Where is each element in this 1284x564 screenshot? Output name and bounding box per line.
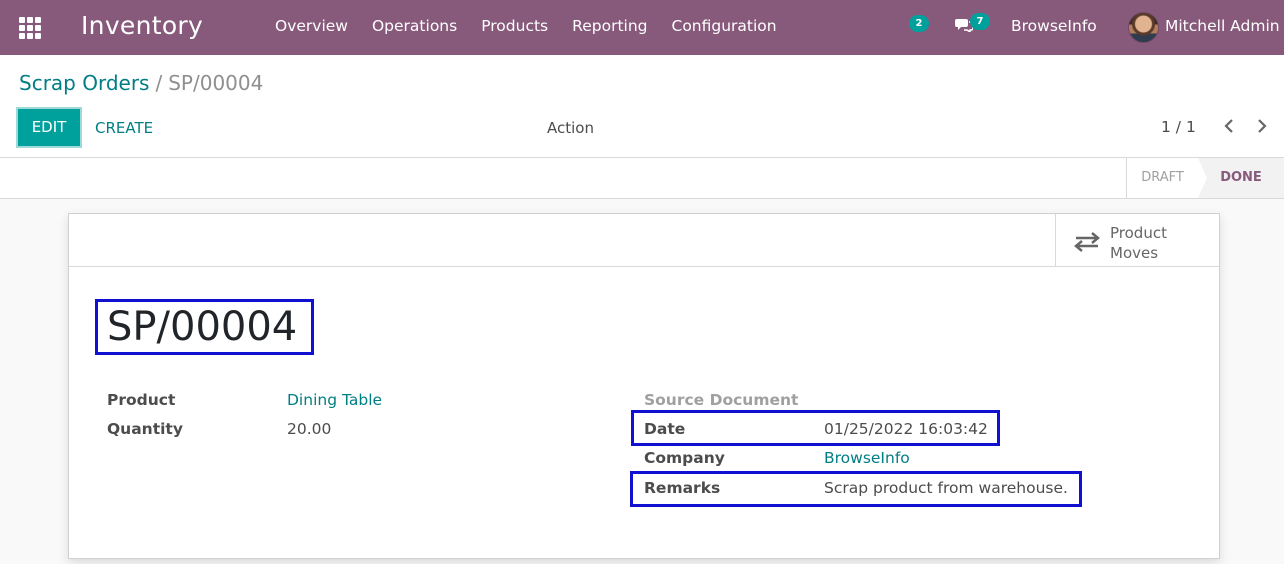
product-moves-button[interactable]: Product Moves bbox=[1055, 214, 1220, 267]
stage-draft[interactable]: DRAFT bbox=[1126, 158, 1198, 198]
chevron-left-icon[interactable] bbox=[1222, 117, 1236, 135]
control-panel: Scrap Orders / SP/00004 EDIT CREATE Action… bbox=[0, 55, 1284, 158]
product-moves-label-line2: Moves bbox=[1110, 244, 1159, 262]
company-label: Company bbox=[644, 449, 725, 467]
create-button[interactable]: CREATE bbox=[95, 119, 153, 137]
stage-arrow-divider bbox=[1198, 158, 1207, 198]
form-sheet: Product Moves SP/00004 Product Dining Ta… bbox=[68, 213, 1220, 559]
menu-products[interactable]: Products bbox=[481, 17, 548, 35]
smart-button-box: Product Moves bbox=[69, 214, 1219, 267]
app-name[interactable]: Inventory bbox=[81, 11, 203, 40]
product-moves-label-line1: Product bbox=[1110, 224, 1167, 242]
breadcrumb-separator: / bbox=[155, 71, 163, 95]
status-bar: DRAFT DONE bbox=[0, 158, 1284, 199]
quantity-value: 20.00 bbox=[287, 420, 332, 438]
record-title: SP/00004 bbox=[107, 304, 298, 350]
breadcrumb: Scrap Orders / SP/00004 bbox=[19, 71, 263, 95]
date-value: 01/25/2022 16:03:42 bbox=[824, 420, 988, 438]
menu-overview[interactable]: Overview bbox=[275, 17, 348, 35]
breadcrumb-current: SP/00004 bbox=[168, 71, 264, 95]
messages-count-badge: 7 bbox=[970, 13, 990, 30]
menu-configuration[interactable]: Configuration bbox=[672, 17, 777, 35]
remarks-value: Scrap product from warehouse. bbox=[824, 479, 1068, 497]
breadcrumb-scrap-orders[interactable]: Scrap Orders bbox=[19, 71, 149, 95]
user-avatar[interactable] bbox=[1128, 12, 1159, 43]
menu-reporting[interactable]: Reporting bbox=[572, 17, 647, 35]
stage-done: DONE bbox=[1198, 158, 1284, 198]
product-moves-label: Product Moves bbox=[1110, 223, 1200, 263]
top-navbar: Inventory Overview Operations Products R… bbox=[0, 0, 1284, 55]
exchange-arrows-icon bbox=[1074, 232, 1100, 252]
product-label: Product bbox=[107, 391, 176, 409]
source-document-label: Source Document bbox=[644, 391, 799, 409]
activity-count-badge: 2 bbox=[909, 15, 929, 32]
quantity-label: Quantity bbox=[107, 420, 183, 438]
edit-button[interactable]: EDIT bbox=[18, 109, 80, 146]
product-value[interactable]: Dining Table bbox=[287, 391, 382, 409]
chevron-right-icon[interactable] bbox=[1255, 117, 1269, 135]
date-label: Date bbox=[644, 420, 686, 438]
company-switcher[interactable]: BrowseInfo bbox=[1011, 17, 1097, 35]
main-menu: Overview Operations Products Reporting C… bbox=[275, 17, 777, 35]
remarks-label: Remarks bbox=[644, 479, 721, 497]
apps-menu-icon[interactable] bbox=[19, 17, 41, 39]
user-menu[interactable]: Mitchell Admin bbox=[1165, 17, 1280, 35]
pager-value[interactable]: 1 / 1 bbox=[1161, 118, 1196, 136]
company-value[interactable]: BrowseInfo bbox=[824, 449, 910, 467]
menu-operations[interactable]: Operations bbox=[372, 17, 457, 35]
action-dropdown[interactable]: Action bbox=[547, 119, 594, 137]
